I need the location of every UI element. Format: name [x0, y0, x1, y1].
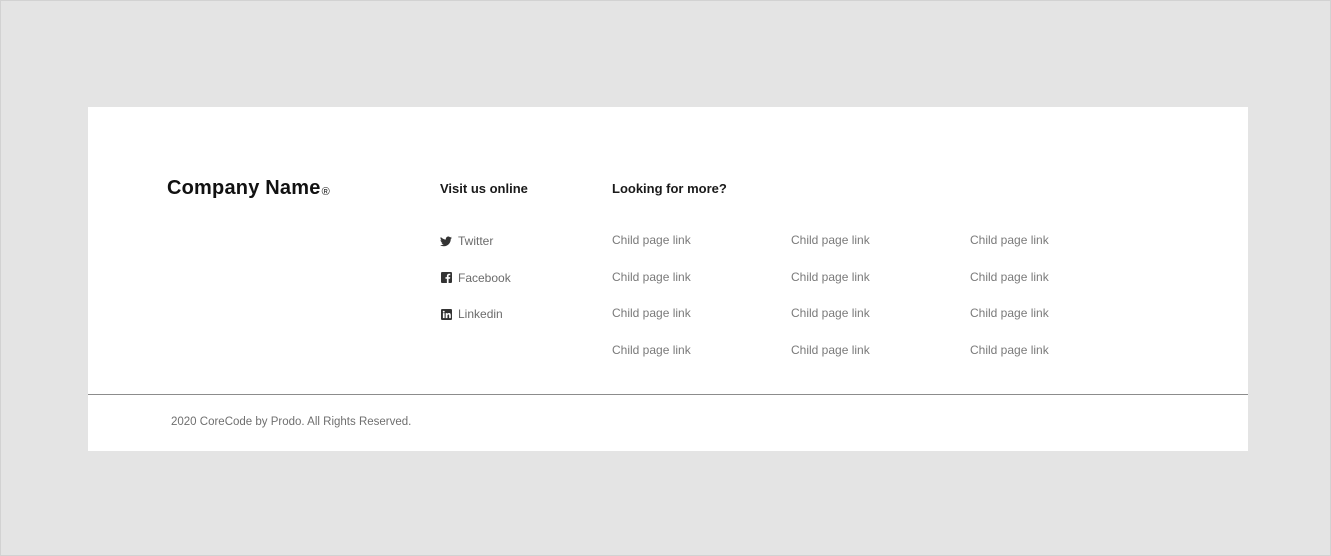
links-column-2: Child page link Child page link Child pa…	[791, 233, 870, 379]
social-link-twitter[interactable]: Twitter	[440, 233, 511, 249]
child-page-link[interactable]: Child page link	[612, 270, 691, 286]
child-page-link[interactable]: Child page link	[612, 343, 691, 359]
social-heading: Visit us online	[440, 181, 528, 196]
copyright-text: 2020 CoreCode by Prodo. All Rights Reser…	[171, 416, 412, 428]
twitter-icon	[440, 235, 452, 247]
child-page-link[interactable]: Child page link	[791, 233, 870, 249]
child-page-link[interactable]: Child page link	[970, 343, 1049, 359]
social-link-label: Facebook	[458, 270, 511, 285]
company-name: Company Name	[167, 177, 321, 199]
links-column-1: Child page link Child page link Child pa…	[612, 233, 691, 379]
social-link-linkedin[interactable]: Linkedin	[440, 306, 511, 322]
registered-mark: ®	[321, 186, 330, 198]
company-logo[interactable]: Company Name®	[167, 177, 330, 200]
child-page-link[interactable]: Child page link	[612, 306, 691, 322]
linkedin-icon	[440, 308, 452, 320]
site-footer: Company Name® Visit us online Looking fo…	[88, 107, 1248, 451]
facebook-icon	[440, 272, 452, 284]
social-links: Twitter Facebook Linkedin	[440, 233, 511, 343]
social-link-label: Twitter	[458, 234, 494, 248]
child-page-link[interactable]: Child page link	[970, 270, 1049, 286]
child-page-link[interactable]: Child page link	[791, 306, 870, 322]
child-page-link[interactable]: Child page link	[791, 343, 870, 359]
social-link-facebook[interactable]: Facebook	[440, 270, 511, 286]
social-link-label: Linkedin	[458, 307, 503, 321]
links-heading: Looking for more?	[612, 181, 727, 196]
links-column-3: Child page link Child page link Child pa…	[970, 233, 1049, 379]
child-page-link[interactable]: Child page link	[970, 233, 1049, 249]
child-page-link[interactable]: Child page link	[612, 233, 691, 249]
footer-divider	[88, 394, 1248, 395]
child-page-link[interactable]: Child page link	[791, 270, 870, 286]
child-page-link[interactable]: Child page link	[970, 306, 1049, 322]
